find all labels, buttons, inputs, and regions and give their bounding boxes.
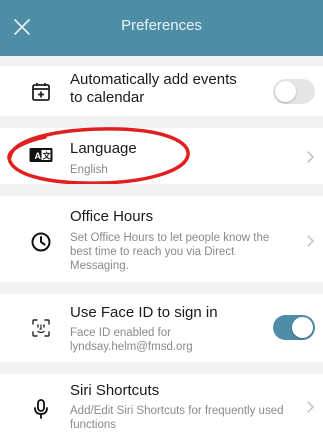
office-hours-title: Office Hours — [70, 208, 154, 225]
chevron-right-icon — [307, 401, 315, 413]
clock-icon — [31, 232, 51, 252]
language-value: English — [70, 164, 108, 176]
svg-text:文: 文 — [43, 151, 52, 161]
siri-shortcuts-title: Siri Shortcuts — [70, 382, 160, 399]
face-id-description: Face ID enabled for lyndsay.helm@fmsd.or… — [70, 327, 193, 353]
toggle-knob — [292, 317, 313, 338]
office-hours-description: Set Office Hours to let people know the … — [70, 232, 270, 272]
face-id-row[interactable]: Use Face ID to sign in Face ID enabled f… — [0, 294, 323, 362]
section-spacer — [0, 116, 323, 128]
page-title: Preferences — [121, 17, 202, 34]
section-spacer — [0, 362, 323, 374]
section-spacer — [0, 184, 323, 196]
siri-shortcuts-row[interactable]: Siri Shortcuts Add/Edit Siri Shortcuts f… — [0, 374, 323, 438]
section-spacer — [0, 282, 323, 294]
microphone-icon — [34, 399, 48, 419]
language-title: Language — [70, 140, 137, 157]
language-icon: A 文 — [29, 148, 53, 162]
office-hours-row[interactable]: Office Hours Set Office Hours to let peo… — [0, 196, 323, 282]
calendar-add-icon — [32, 83, 50, 101]
chevron-right-icon — [307, 151, 315, 163]
face-id-title: Use Face ID to sign in — [70, 304, 218, 321]
app-header: Preferences — [0, 0, 323, 56]
svg-text:A: A — [35, 151, 42, 161]
face-id-icon — [32, 319, 50, 337]
language-setting-row[interactable]: A 文 Language English — [0, 128, 323, 184]
calendar-setting-title: Automatically add events to calendar — [70, 71, 237, 106]
siri-shortcuts-description: Add/Edit Siri Shortcuts for frequently u… — [70, 405, 284, 431]
section-spacer — [0, 56, 323, 66]
calendar-setting-row[interactable]: Automatically add events to calendar — [0, 66, 323, 116]
face-id-toggle[interactable] — [273, 315, 315, 340]
chevron-right-icon — [307, 235, 315, 247]
calendar-toggle[interactable] — [273, 79, 315, 104]
toggle-knob — [275, 81, 296, 102]
